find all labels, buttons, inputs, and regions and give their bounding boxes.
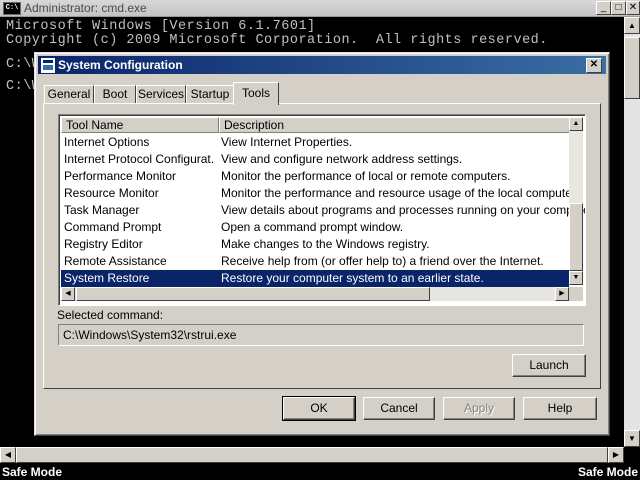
tools-list[interactable]: Tool Name Description Internet Options Vi… xyxy=(58,114,586,306)
cancel-button[interactable]: Cancel xyxy=(363,397,435,420)
tool-description: Monitor the performance and resource usa… xyxy=(221,186,579,200)
list-item[interactable]: Command Prompt Open a command prompt wind… xyxy=(61,219,569,236)
safe-mode-bar: Safe Mode Safe Mode xyxy=(0,464,640,480)
scroll-down-arrow-icon[interactable]: ▼ xyxy=(624,430,640,447)
cmd-app-icon: C:\ xyxy=(3,2,21,15)
tool-name: Internet Options xyxy=(64,135,150,149)
tool-description: View details about programs and processe… xyxy=(221,203,586,217)
scroll-up-arrow-icon[interactable]: ▲ xyxy=(569,117,583,131)
list-item[interactable]: Internet Options View Internet Properties… xyxy=(61,134,569,151)
tool-description: Monitor the performance of local or remo… xyxy=(221,169,511,183)
tool-name: Command Prompt xyxy=(64,220,162,234)
maximize-button[interactable]: □ xyxy=(611,1,626,15)
list-item[interactable]: Performance Monitor Monitor the performan… xyxy=(61,168,569,185)
dialog-titlebar[interactable]: System Configuration ✕ xyxy=(38,56,606,74)
list-item-selected[interactable]: System Restore Restore your computer syst… xyxy=(61,270,569,287)
tool-description: Open a command prompt window. xyxy=(221,220,404,234)
tool-description: Make changes to the Windows registry. xyxy=(221,237,430,251)
list-item[interactable]: Task Manager View details about programs … xyxy=(61,202,585,219)
scroll-thumb[interactable] xyxy=(569,203,583,271)
column-header-tool-name[interactable]: Tool Name xyxy=(61,117,219,133)
dialog-title: System Configuration xyxy=(58,58,183,72)
list-item[interactable]: Registry Editor Make changes to the Windo… xyxy=(61,236,569,253)
tool-name: Task Manager xyxy=(64,203,140,217)
console-horizontal-scrollbar[interactable]: ◀ ▶ xyxy=(0,447,624,463)
list-rows: Internet Options View Internet Properties… xyxy=(61,134,585,287)
column-header-description[interactable]: Description xyxy=(219,117,571,133)
apply-button[interactable]: Apply xyxy=(443,397,515,420)
selected-command-field[interactable]: C:\Windows\System32\rstrui.exe xyxy=(58,324,584,346)
console-line: Microsoft Windows [Version 6.1.7601] xyxy=(6,19,316,34)
list-header: Tool Name Description xyxy=(61,117,571,133)
list-item[interactable]: Internet Protocol Configurat... View and … xyxy=(61,151,569,168)
tab-tools[interactable]: Tools xyxy=(233,82,279,105)
launch-button[interactable]: Launch xyxy=(512,354,586,377)
dialog-close-button[interactable]: ✕ xyxy=(586,58,602,73)
list-item[interactable]: Remote Assistance Receive help from (or o… xyxy=(61,253,569,270)
safe-mode-label-left: Safe Mode xyxy=(2,465,63,479)
tool-description: Restore your computer system to an earli… xyxy=(221,271,484,285)
list-item[interactable]: Resource Monitor Monitor the performance … xyxy=(61,185,579,202)
tool-name: Performance Monitor xyxy=(64,169,177,183)
cmd-window-title: Administrator: cmd.exe xyxy=(24,1,147,15)
scroll-left-arrow-icon[interactable]: ◀ xyxy=(0,447,16,463)
minimize-button[interactable]: _ xyxy=(596,1,611,15)
scroll-right-arrow-icon[interactable]: ▶ xyxy=(608,447,624,463)
console-line: Copyright (c) 2009 Microsoft Corporation… xyxy=(6,33,548,48)
tool-description: Receive help from (or offer help to) a f… xyxy=(221,254,544,268)
tools-tab-panel: Tool Name Description Internet Options Vi… xyxy=(43,103,601,389)
list-vertical-scrollbar[interactable]: ▲ ▼ xyxy=(569,117,583,285)
scroll-right-arrow-icon[interactable]: ▶ xyxy=(555,287,569,301)
scroll-thumb[interactable] xyxy=(624,37,640,99)
tool-description: View Internet Properties. xyxy=(221,135,353,149)
tab-general[interactable]: General xyxy=(44,85,94,104)
ok-button[interactable]: OK xyxy=(282,396,356,421)
msconfig-icon xyxy=(40,57,56,74)
cmd-titlebar[interactable]: C:\ Administrator: cmd.exe _ □ ✕ xyxy=(0,0,640,17)
safe-mode-label-right: Safe Mode xyxy=(577,465,638,479)
help-button[interactable]: Help xyxy=(523,397,597,420)
scroll-thumb[interactable] xyxy=(76,287,430,301)
tab-boot[interactable]: Boot xyxy=(94,85,136,104)
tool-description: View and configure network address setti… xyxy=(221,152,463,166)
scroll-down-arrow-icon[interactable]: ▼ xyxy=(569,271,583,285)
selected-command-label: Selected command: xyxy=(57,308,164,322)
tool-name: Registry Editor xyxy=(64,237,143,251)
tool-name: Internet Protocol Configurat... xyxy=(64,152,214,166)
system-configuration-dialog: System Configuration ✕ General Boot Serv… xyxy=(34,52,610,436)
tab-services[interactable]: Services xyxy=(136,85,186,104)
tool-name: System Restore xyxy=(64,271,150,285)
close-button[interactable]: ✕ xyxy=(626,1,640,15)
scroll-thumb[interactable] xyxy=(16,447,608,463)
tool-name: Remote Assistance xyxy=(64,254,167,268)
scroll-up-arrow-icon[interactable]: ▲ xyxy=(624,17,640,34)
console-vertical-scrollbar[interactable]: ▲ ▼ xyxy=(624,17,640,447)
tab-startup[interactable]: Startup xyxy=(186,85,234,104)
tool-name: Resource Monitor xyxy=(64,186,159,200)
scroll-left-arrow-icon[interactable]: ◀ xyxy=(61,287,75,301)
scrollbar-corner xyxy=(569,287,583,301)
list-horizontal-scrollbar[interactable]: ◀ ▶ xyxy=(61,287,569,301)
